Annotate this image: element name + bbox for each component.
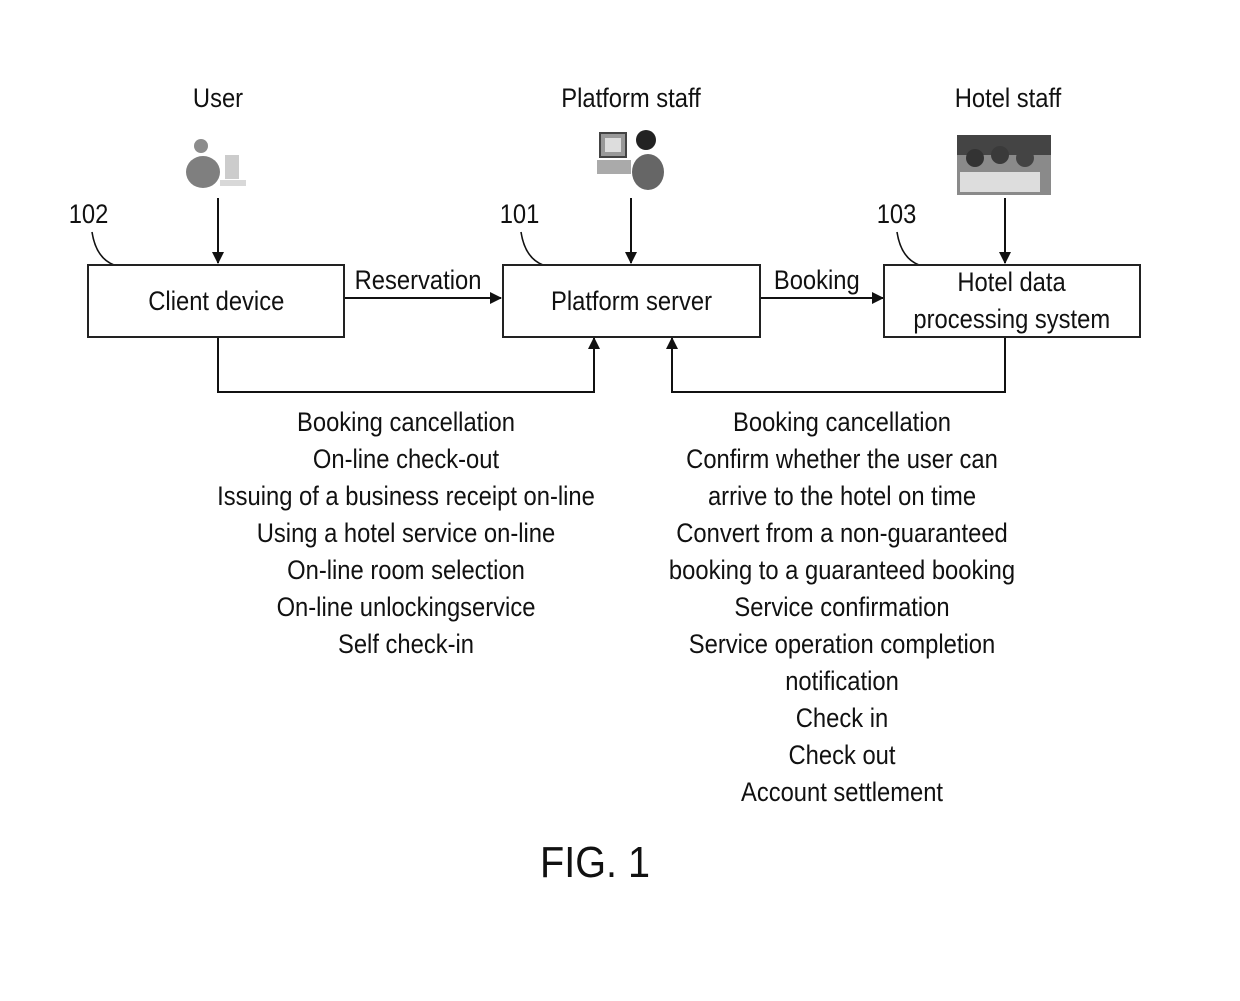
reservation-label: Reservation [354, 265, 482, 295]
list-item: Check out [788, 740, 896, 770]
hotel-feedback-arrow [666, 337, 1006, 393]
ref-number-client: 102 [68, 199, 109, 229]
list-item: Self check-in [337, 629, 475, 659]
list-item: On-line unlockingservice [276, 592, 536, 622]
hotel-system-label-line2: processing system [913, 304, 1111, 334]
actor-label-user: User [192, 83, 244, 113]
list-item: Check in [795, 703, 889, 733]
booking-label: Booking [773, 265, 860, 295]
platform-server-box: Platform server [502, 264, 761, 338]
list-item: Convert from a non-guaranteed [676, 518, 1008, 548]
ref-number-platform: 101 [499, 199, 540, 229]
figure-label: FIG. 1 [540, 838, 651, 887]
ref-leader-101 [520, 231, 544, 266]
hotel-system-box: Hotel data processing system [883, 264, 1141, 338]
ref-leader-102 [91, 231, 115, 266]
list-item: Confirm whether the user can [686, 444, 998, 474]
hotel-staff-photo-icon [957, 135, 1051, 195]
list-item: notification [785, 666, 899, 696]
list-item: Issuing of a business receipt on-line [217, 481, 595, 511]
user-at-computer-icon [186, 139, 246, 188]
client-functions-list: Booking cancellation On-line check-out I… [186, 404, 626, 663]
list-item: Service operation completion [688, 629, 996, 659]
staff-at-computer-icon [597, 130, 664, 190]
client-device-label: Client device [147, 285, 285, 316]
hotel-functions-list: Booking cancellation Confirm whether the… [642, 404, 1042, 811]
list-item: arrive to the hotel on time [707, 481, 977, 511]
platform-server-label: Platform server [550, 285, 713, 316]
list-item: booking to a guaranteed booking [668, 555, 1016, 585]
list-item: Using a hotel service on-line [256, 518, 556, 548]
list-item: Booking cancellation [733, 407, 951, 437]
list-item: On-line room selection [287, 555, 525, 585]
list-item: On-line check-out [312, 444, 500, 474]
list-item: Service confirmation [734, 592, 950, 622]
list-item: Account settlement [740, 777, 944, 807]
client-feedback-arrow [217, 337, 600, 393]
ref-number-hotel: 103 [876, 199, 917, 229]
hotel-system-label-line1: Hotel data [957, 267, 1067, 297]
actor-label-platform-staff: Platform staff [561, 83, 701, 113]
client-device-box: Client device [87, 264, 345, 338]
actor-label-hotel-staff: Hotel staff [954, 83, 1062, 113]
ref-leader-103 [896, 231, 920, 266]
list-item: Booking cancellation [297, 407, 515, 437]
